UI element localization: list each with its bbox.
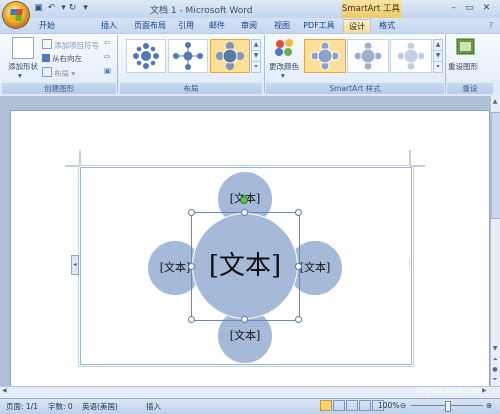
zoom-out-icon[interactable]: ⊖ [400,401,406,410]
text-pane-toggle-icon[interactable]: ◂ [71,255,79,275]
qat-customize-icon[interactable]: ▾ [80,3,91,14]
promote-icon[interactable]: ⇦ [104,38,110,47]
tab-format[interactable]: 格式 [376,19,398,32]
status-page[interactable]: 页面: 1/1 [6,401,38,412]
zoom-in-icon[interactable]: ⊕ [486,401,492,410]
maximize-icon[interactable]: ▭ [463,2,476,15]
smartart-tools-context: SmartArt 工具 [341,0,401,18]
add-shape-icon[interactable] [12,37,34,59]
resize-handle[interactable] [295,209,302,216]
help-icon[interactable]: ? [489,21,493,30]
bullet-list-icon [42,39,52,49]
office-button[interactable] [3,2,29,28]
print-layout-view-icon[interactable] [320,400,332,411]
status-language[interactable]: 英语(美国) [82,401,118,412]
watermark-logo: Bai 经验 [392,370,454,388]
scroll-up-icon[interactable]: ▲ [491,98,499,106]
undo-icon[interactable]: ↶ [46,3,57,14]
vertical-scroll-thumb[interactable] [491,112,500,219]
tab-page-layout[interactable]: 页面布局 [130,19,170,32]
resize-handle[interactable] [241,316,248,323]
layouts-more-icon[interactable]: ▾ [251,61,261,73]
tab-review[interactable]: 审阅 [238,19,260,32]
minimize-icon[interactable]: – [447,2,460,15]
status-insert-mode[interactable]: 插入 [146,401,161,412]
office-logo-icon [9,9,23,21]
rotate-handle[interactable] [240,196,248,204]
layout-option-3-selected[interactable] [210,39,250,73]
right-to-left-button[interactable]: 从右向左 [42,53,82,64]
tab-insert[interactable]: 插入 [98,19,120,32]
outline-view-icon[interactable] [359,400,371,411]
resize-handle[interactable] [188,209,195,216]
scroll-down-icon[interactable]: ▼ [491,345,499,352]
style-3-thumbnail-icon [396,41,426,71]
save-icon[interactable]: ▣ [33,3,44,14]
right-to-left-icon [42,54,50,62]
status-word-count[interactable]: 字数: 0 [48,401,73,412]
resize-handle[interactable] [295,263,302,270]
add-shape-dropdown-icon[interactable]: ▾ [18,71,22,80]
zoom-level[interactable]: 100% [378,401,399,410]
status-bar [0,398,500,414]
full-screen-reading-icon[interactable] [333,400,345,411]
style-option-2[interactable] [347,39,389,73]
window-title: 文档 1 - Microsoft Word [150,6,253,16]
text-pane-icon[interactable]: ▣ [104,66,111,75]
layout-dropdown-button[interactable]: 布局 ▾ [42,67,75,79]
group-separator [117,35,118,93]
frame-right-grip-icon[interactable]: ⋮ [406,260,413,268]
create-graphic-group-label: 创建图形 [2,83,116,94]
select-browse-object-icon[interactable]: ● [491,366,499,373]
style-option-3[interactable] [390,39,432,73]
group-separator [264,35,265,93]
resize-handle[interactable] [188,316,195,323]
tab-view[interactable]: 视图 [271,19,293,32]
tab-design[interactable]: 设计 [343,19,371,33]
layouts-group-label: 布局 [120,83,262,94]
previous-page-icon[interactable]: ⏶ [491,356,499,364]
tab-home[interactable]: 开始 [36,19,58,32]
layout-option-1[interactable] [126,39,166,73]
demote-icon[interactable]: ⇨ [104,52,110,61]
tab-pdf-tools[interactable]: PDF工具 [302,19,336,32]
style-1-thumbnail-icon [310,41,340,71]
change-colors-icon[interactable] [273,38,297,58]
add-bullet-label: 添加项目符号 [54,41,99,50]
tab-references[interactable]: 引用 [175,19,197,32]
frame-top-grip-icon[interactable]: ⋯ [241,164,247,171]
smartart-styles-group-label: SmartArt 样式 [266,83,444,94]
reset-group-label: 重设 [447,83,493,94]
scroll-left-icon[interactable]: ◀ [2,387,7,394]
next-page-icon[interactable]: ⏷ [491,376,499,384]
selection-box [191,212,300,321]
layout-3-thumbnail-icon [216,42,244,70]
zoom-slider-thumb[interactable] [445,401,451,412]
add-shape-button[interactable]: 添加形状 [8,61,38,72]
add-bullet-button[interactable]: 添加项目符号 [42,39,99,51]
style-2-thumbnail-icon [353,41,383,71]
tab-home-label-fill [66,19,92,32]
redo-icon[interactable]: ↻ [67,3,78,14]
reset-graphic-button[interactable]: 重设图形 [448,61,478,72]
reset-graphic-icon[interactable] [455,37,477,57]
tab-mailings[interactable]: 邮件 [206,19,228,32]
group-separator [445,35,446,93]
layout-2-thumbnail-icon [173,42,203,70]
style-option-1-selected[interactable] [304,39,346,73]
resize-handle[interactable] [295,316,302,323]
resize-handle[interactable] [188,263,195,270]
layout-option-2[interactable] [168,39,208,73]
web-layout-icon[interactable] [346,400,358,411]
right-to-left-label: 从右向左 [52,54,82,63]
layout-dropdown-label: 布局 [54,69,69,78]
close-icon[interactable]: ✕ [480,2,493,15]
change-colors-dropdown-icon[interactable]: ▾ [281,71,285,80]
watermark-url: jingyan.baidu.com [418,387,483,395]
layout-small-icon [42,67,52,77]
resize-handle[interactable] [241,209,248,216]
layout-1-thumbnail-icon [133,43,159,69]
styles-more-icon[interactable]: ▾ [433,61,443,73]
